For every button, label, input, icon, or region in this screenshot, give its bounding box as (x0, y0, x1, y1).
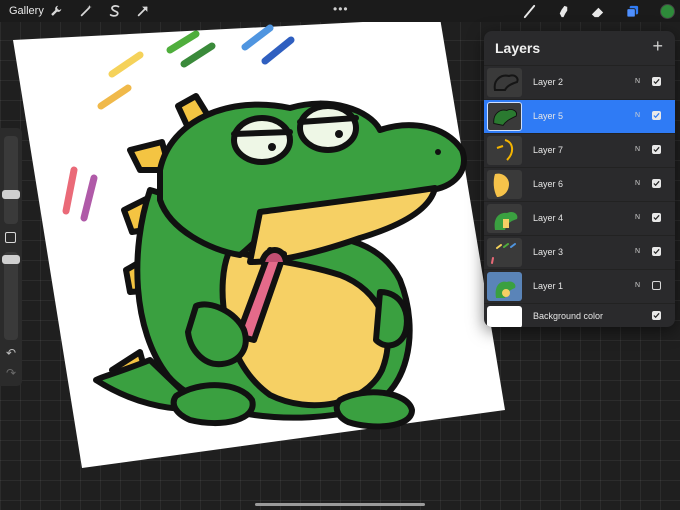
left-sidebar: ↶ ↷ (0, 128, 22, 386)
layer-thumbnail (487, 272, 522, 301)
background-color-swatch (487, 306, 522, 327)
wrench-icon[interactable] (48, 3, 64, 19)
visibility-checkbox[interactable] (652, 179, 661, 188)
layer-thumbnail (487, 238, 522, 267)
layers-panel: Layers + Layer 2 N Layer 5 N Layer 7 N L… (484, 31, 675, 327)
layer-row-5[interactable]: Layer 5 N (484, 99, 675, 133)
visibility-checkbox[interactable] (652, 281, 661, 290)
layer-thumbnail (487, 170, 522, 199)
visibility-checkbox[interactable] (652, 77, 661, 86)
magic-wand-icon[interactable] (78, 3, 94, 19)
blend-mode[interactable]: N (635, 146, 640, 153)
redo-icon[interactable]: ↷ (4, 366, 18, 380)
undo-icon[interactable]: ↶ (4, 346, 18, 360)
brush-icon[interactable] (521, 3, 538, 20)
layer-name: Layer 5 (533, 111, 564, 121)
blend-mode[interactable]: N (635, 214, 640, 221)
smudge-icon[interactable] (555, 3, 572, 20)
more-options-button[interactable]: ••• (333, 2, 349, 16)
layer-row-1[interactable]: Layer 1 N (484, 269, 675, 303)
layer-name: Layer 1 (533, 281, 564, 291)
layer-thumbnail (487, 204, 522, 233)
blend-mode[interactable]: N (635, 282, 640, 289)
layer-name: Layer 3 (533, 247, 564, 257)
layer-name: Background color (533, 311, 604, 321)
visibility-checkbox[interactable] (652, 145, 661, 154)
opacity-slider[interactable] (4, 252, 18, 340)
layer-row-3[interactable]: Layer 3 N (484, 235, 675, 269)
layer-thumbnail (487, 68, 522, 97)
layer-row-6[interactable]: Layer 6 N (484, 167, 675, 201)
modifier-button[interactable] (5, 232, 16, 243)
visibility-checkbox[interactable] (652, 111, 661, 120)
opacity-thumb[interactable] (2, 255, 20, 264)
layers-icon[interactable] (624, 3, 641, 20)
layer-row-2[interactable]: Layer 2 N (484, 65, 675, 99)
blend-mode[interactable]: N (635, 180, 640, 187)
background-color-row[interactable]: Background color (484, 303, 675, 327)
blend-mode[interactable]: N (635, 78, 640, 85)
add-layer-button[interactable]: + (652, 36, 663, 57)
visibility-checkbox[interactable] (652, 247, 661, 256)
layer-thumbnail (487, 136, 522, 165)
gallery-button[interactable]: Gallery (9, 5, 44, 17)
home-indicator (255, 503, 425, 506)
top-toolbar: Gallery ••• (0, 0, 680, 22)
color-picker-button[interactable] (660, 4, 675, 19)
layer-thumbnail (487, 102, 522, 131)
visibility-checkbox[interactable] (652, 213, 661, 222)
layer-name: Layer 4 (533, 213, 564, 223)
blend-mode[interactable]: N (635, 112, 640, 119)
layer-name: Layer 7 (533, 145, 564, 155)
brush-size-thumb[interactable] (2, 190, 20, 199)
selection-s-icon[interactable] (107, 3, 123, 19)
brush-size-slider[interactable] (4, 136, 18, 224)
layer-name: Layer 2 (533, 77, 564, 87)
layer-row-7[interactable]: Layer 7 N (484, 133, 675, 167)
blend-mode[interactable]: N (635, 248, 640, 255)
transform-arrow-icon[interactable] (135, 3, 151, 19)
layer-row-4[interactable]: Layer 4 N (484, 201, 675, 235)
eraser-icon[interactable] (589, 3, 606, 20)
visibility-checkbox[interactable] (652, 311, 661, 320)
layers-panel-title: Layers (495, 40, 541, 56)
layer-name: Layer 6 (533, 179, 564, 189)
